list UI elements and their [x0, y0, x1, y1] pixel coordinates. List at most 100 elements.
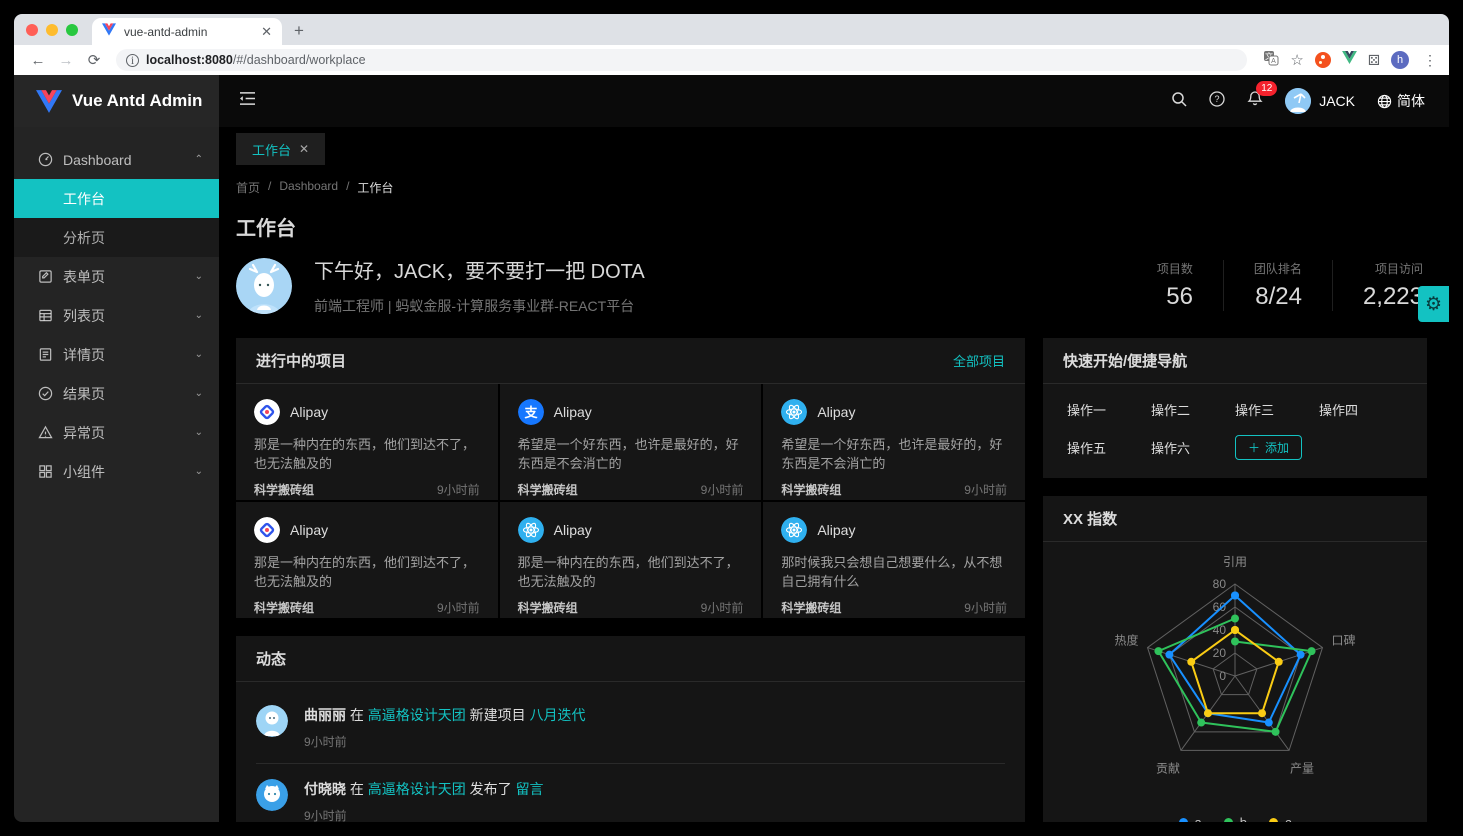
- notification-bell-icon[interactable]: 12: [1247, 90, 1263, 112]
- theme-settings-button[interactable]: ⚙: [1418, 286, 1449, 322]
- maximize-window-button[interactable]: [66, 24, 78, 36]
- bookmark-star-icon[interactable]: ☆: [1290, 51, 1303, 69]
- locale-switcher[interactable]: 简体: [1377, 91, 1425, 111]
- project-card[interactable]: Alipay 那是一种内在的东西，他们到达不了，也无法触及的 科学搬砖组 9小时…: [500, 502, 762, 618]
- all-projects-link[interactable]: 全部项目: [953, 351, 1005, 370]
- translate-icon[interactable]: 文A: [1263, 50, 1279, 71]
- activity-object-link[interactable]: 留言: [516, 781, 544, 797]
- activity-item: 曲丽丽 在 高逼格设计天团 新建项目 八月迭代 9小时前: [256, 690, 1005, 764]
- activity-card: 动态 曲丽丽: [236, 636, 1025, 822]
- sidebar-item-dashboard[interactable]: Dashboard ⌃: [14, 140, 219, 179]
- sidebar-item-analysis[interactable]: 分析页: [14, 218, 219, 257]
- project-card[interactable]: Alipay 那是一种内在的东西，他们到达不了，也无法触及的 科学搬砖组 9小时…: [236, 502, 498, 618]
- sidebar: Dashboard ⌃ 工作台 分析页 表单页 ⌄ 列表页 ⌄: [14, 127, 219, 822]
- user-avatar: [1285, 88, 1311, 114]
- chevron-down-icon: ⌄: [195, 271, 203, 282]
- minimize-window-button[interactable]: [46, 24, 58, 36]
- chevron-down-icon: ⌄: [195, 466, 203, 477]
- quicknav-link[interactable]: 操作三: [1235, 400, 1319, 419]
- sidebar-item-exception[interactable]: 异常页 ⌄: [14, 413, 219, 452]
- tab-close-icon[interactable]: ✕: [261, 24, 272, 40]
- extension-orange-icon[interactable]: [1315, 52, 1331, 68]
- back-icon[interactable]: ←: [26, 52, 50, 69]
- stat-rank: 团队排名 8/24: [1223, 260, 1332, 311]
- blocks-icon: [38, 464, 53, 479]
- browser-tab[interactable]: vue-antd-admin ✕: [92, 18, 282, 45]
- project-group-link[interactable]: 科学搬砖组: [518, 481, 578, 498]
- activity-group-link[interactable]: 高逼格设计天团: [368, 707, 466, 723]
- breadcrumb-home[interactable]: 首页: [236, 179, 260, 196]
- svg-text:支: 支: [523, 405, 538, 420]
- sidebar-item-list[interactable]: 列表页 ⌄: [14, 296, 219, 335]
- tab-close-icon[interactable]: ✕: [299, 142, 309, 156]
- notification-badge: 12: [1256, 81, 1277, 96]
- sidebar-item-workplace[interactable]: 工作台: [14, 179, 219, 218]
- extensions-puzzle-icon[interactable]: ⚄: [1368, 52, 1380, 69]
- activity-avatar: [256, 705, 288, 737]
- project-card[interactable]: Alipay 希望是一个好东西，也许是最好的，好东西是不会消亡的 科学搬砖组 9…: [763, 384, 1025, 500]
- sidebar-item-widgets[interactable]: 小组件 ⌄: [14, 452, 219, 491]
- vue-favicon-icon: [102, 23, 116, 41]
- project-group-link[interactable]: 科学搬砖组: [254, 599, 314, 616]
- new-tab-button[interactable]: +: [294, 21, 304, 41]
- quicknav-link[interactable]: 操作六: [1151, 438, 1235, 457]
- menu-fold-icon[interactable]: [239, 91, 256, 111]
- add-button[interactable]: ＋添加: [1235, 435, 1302, 460]
- project-group-link[interactable]: 科学搬砖组: [781, 599, 841, 616]
- project-group-link[interactable]: 科学搬砖组: [254, 481, 314, 498]
- sidebar-item-form[interactable]: 表单页 ⌄: [14, 257, 219, 296]
- quicknav-link[interactable]: 操作五: [1067, 438, 1151, 457]
- sidebar-item-detail[interactable]: 详情页 ⌄: [14, 335, 219, 374]
- forward-icon[interactable]: →: [54, 52, 78, 69]
- gear-icon: ⚙: [1425, 293, 1442, 316]
- browser-menu-icon[interactable]: ⋮: [1423, 52, 1437, 69]
- page-title: 工作台: [236, 212, 1427, 241]
- activity-user[interactable]: 曲丽丽: [304, 707, 346, 723]
- legend-item[interactable]: b: [1224, 815, 1247, 822]
- svg-text:A: A: [1272, 58, 1277, 65]
- user-menu[interactable]: JACK: [1285, 88, 1355, 114]
- app-title: Vue Antd Admin: [72, 91, 202, 111]
- legend-item[interactable]: c: [1269, 815, 1292, 822]
- activity-group-link[interactable]: 高逼格设计天团: [368, 781, 466, 797]
- browser-toolbar: ← → ⟳ i localhost:8080/#/dashboard/workp…: [14, 45, 1449, 75]
- vue-devtools-icon[interactable]: [1342, 51, 1357, 69]
- app-logo[interactable]: Vue Antd Admin: [14, 75, 219, 127]
- quicknav-link[interactable]: 操作一: [1067, 400, 1151, 419]
- antd-logo-icon: [254, 517, 280, 543]
- activity-time: 9小时前: [304, 807, 544, 822]
- traffic-lights: [26, 24, 78, 36]
- quicknav-link[interactable]: 操作二: [1151, 400, 1235, 419]
- toolbar-extensions: 文A ☆ ⚄ h ⋮: [1263, 50, 1437, 71]
- chevron-down-icon: ⌄: [195, 310, 203, 321]
- alipay-logo-icon: 支: [518, 399, 544, 425]
- help-icon[interactable]: ?: [1209, 91, 1225, 112]
- page-tabbar: 工作台 ✕: [219, 127, 1449, 165]
- project-group-link[interactable]: 科学搬砖组: [781, 481, 841, 498]
- close-window-button[interactable]: [26, 24, 38, 36]
- user-big-avatar: [236, 258, 292, 314]
- browser-profile-avatar[interactable]: h: [1391, 51, 1409, 69]
- radar-legend[interactable]: a b c: [1043, 811, 1427, 822]
- project-card[interactable]: Alipay 那是一种内在的东西，他们到达不了，也无法触及的 科学搬砖组 9小时…: [236, 384, 498, 500]
- legend-item[interactable]: a: [1179, 815, 1202, 822]
- search-icon[interactable]: [1171, 91, 1187, 112]
- url-text: localhost:8080/#/dashboard/workplace: [146, 53, 366, 67]
- breadcrumb-dashboard[interactable]: Dashboard: [279, 179, 338, 196]
- quicknav-link[interactable]: 操作四: [1319, 400, 1403, 419]
- project-group-link[interactable]: 科学搬砖组: [518, 599, 578, 616]
- page-tab-workplace[interactable]: 工作台 ✕: [236, 133, 325, 165]
- reload-icon[interactable]: ⟳: [82, 51, 106, 69]
- site-info-icon[interactable]: i: [126, 54, 139, 67]
- svg-text:贡献: 贡献: [1156, 760, 1180, 775]
- breadcrumb-current: 工作台: [357, 179, 393, 196]
- project-card[interactable]: 支 Alipay 希望是一个好东西，也许是最好的，好东西是不会消亡的 科学搬砖组…: [500, 384, 762, 500]
- activity-user[interactable]: 付晓晓: [304, 781, 346, 797]
- browser-window: vue-antd-admin ✕ + ← → ⟳ i localhost:808…: [14, 14, 1449, 822]
- address-bar[interactable]: i localhost:8080/#/dashboard/workplace: [116, 49, 1247, 71]
- project-card[interactable]: Alipay 那时候我只会想自己想要什么，从不想自己拥有什么 科学搬砖组 9小时…: [763, 502, 1025, 618]
- user-description: 前端工程师 | 蚂蚁金服-计算服务事业群-REACT平台: [314, 296, 645, 316]
- activity-object-link[interactable]: 八月迭代: [530, 707, 586, 723]
- warning-icon: [38, 425, 53, 440]
- sidebar-item-result[interactable]: 结果页 ⌄: [14, 374, 219, 413]
